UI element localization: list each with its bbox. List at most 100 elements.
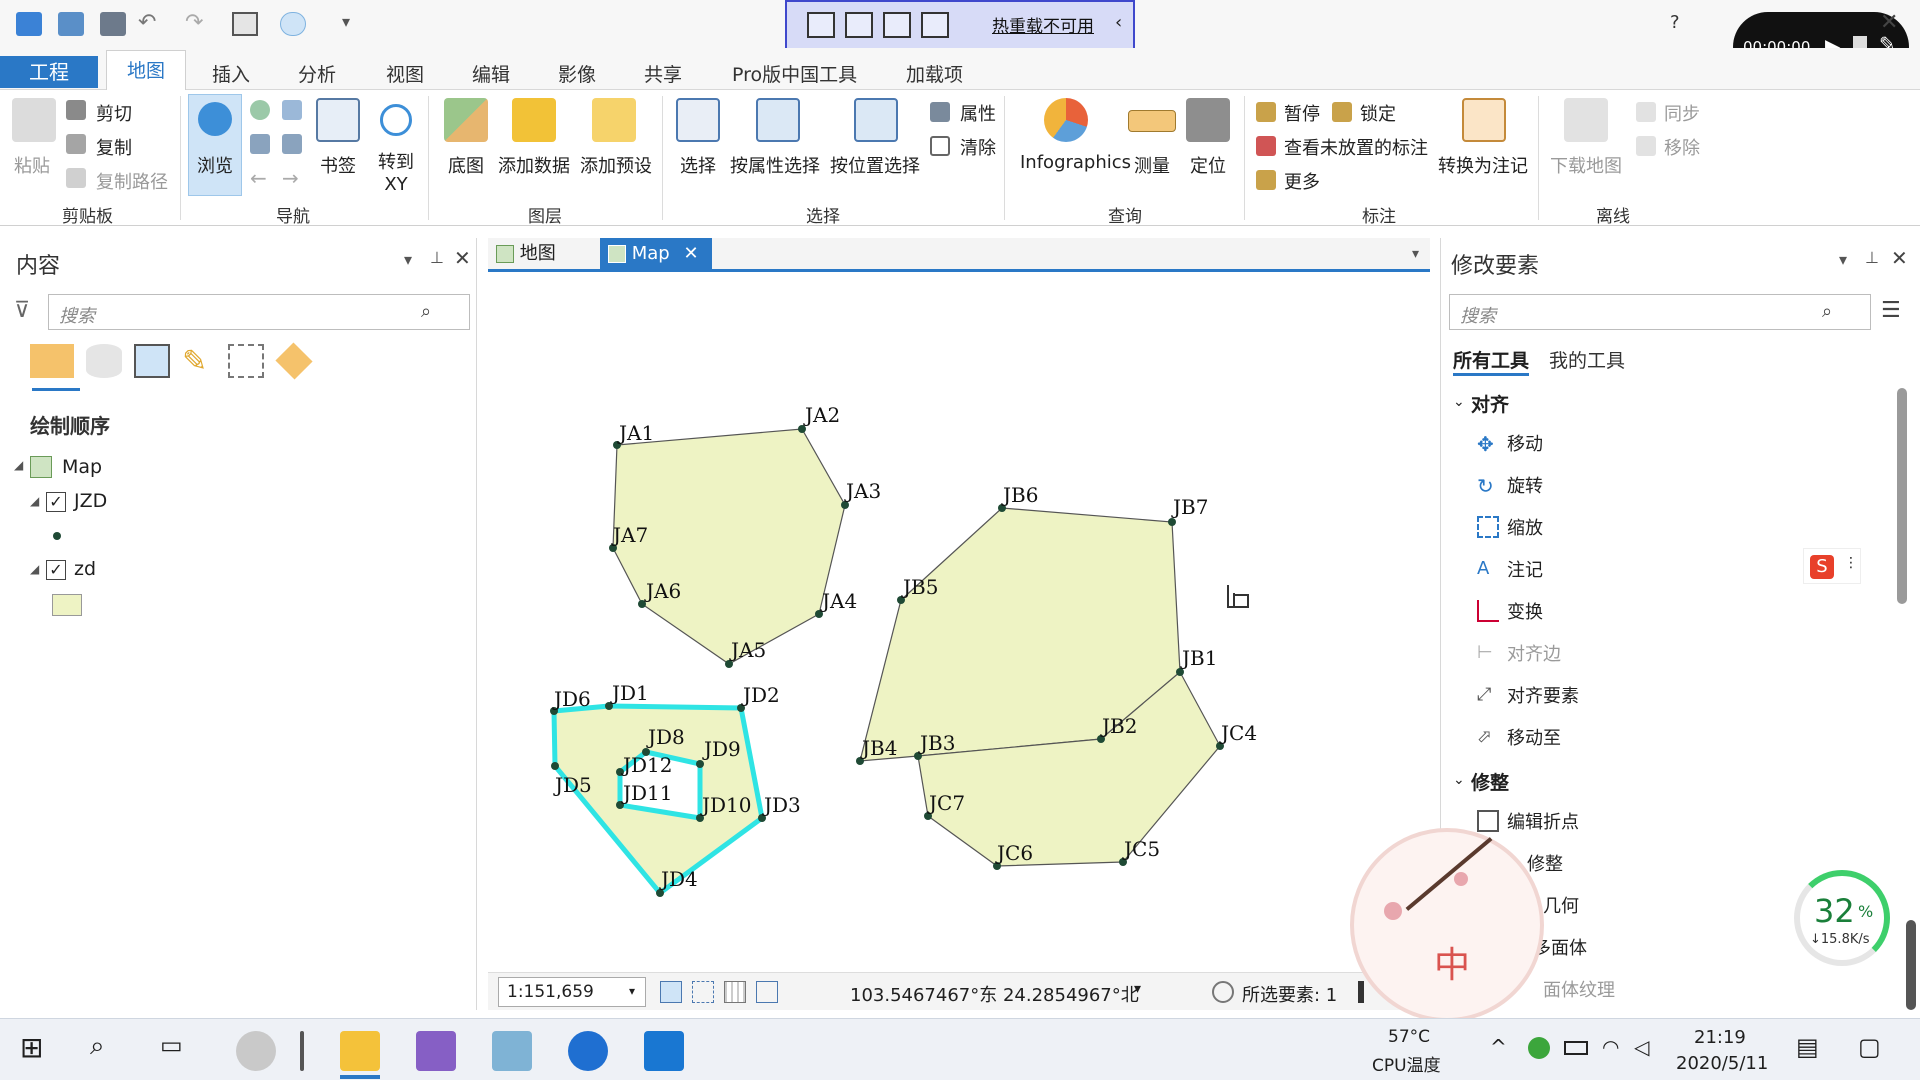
tab-map-view[interactable]: 地图 (496, 238, 586, 270)
clock-time[interactable]: 21:19 (1694, 1027, 1746, 1048)
zoom-in-fixed-icon[interactable] (282, 100, 302, 120)
windows-start-icon[interactable]: ⊞ (20, 1031, 60, 1071)
select-by-location-button[interactable]: 按位置选择 (830, 152, 920, 178)
goto-xy-button[interactable]: 转到 XY (378, 152, 414, 196)
section-align[interactable]: 对齐 (1471, 390, 1509, 417)
clear-selection-button[interactable]: 清除 (960, 134, 996, 160)
visual-studio-icon[interactable] (416, 1031, 456, 1071)
select-by-attributes-button[interactable]: 按属性选择 (730, 152, 820, 178)
file-explorer-icon[interactable] (340, 1031, 380, 1071)
tab-my-tools[interactable]: 我的工具 (1549, 346, 1625, 373)
expand-zd-icon[interactable]: ◢ (30, 562, 39, 576)
debug-select-icon[interactable] (807, 12, 835, 38)
next-extent-icon[interactable]: → (282, 166, 299, 190)
correction-icon[interactable] (756, 981, 778, 1003)
list-by-snapping-icon[interactable] (228, 344, 264, 378)
selected-features-count[interactable]: 所选要素: 1 (1242, 981, 1337, 1007)
tab-view[interactable]: 视图 (386, 60, 424, 87)
ime-floating-widget[interactable]: S ⋮ (1803, 548, 1861, 584)
hamburger-menu-icon[interactable]: ☰ (1881, 298, 1901, 323)
expand-map-icon[interactable]: ◢ (14, 458, 23, 472)
ime-more-icon[interactable]: ⋮ (1844, 555, 1858, 571)
locate-button[interactable]: 定位 (1190, 152, 1226, 178)
pause-drawing-icon[interactable] (1358, 981, 1364, 1003)
tray-security-icon[interactable] (1528, 1037, 1550, 1059)
expand-jzd-icon[interactable]: ◢ (30, 494, 39, 508)
coordinate-format-dropdown-icon[interactable]: ▾ (1134, 981, 1141, 997)
collapse-chevron-icon[interactable]: ‹ (1115, 12, 1122, 33)
edge-scrollbar[interactable] (1906, 920, 1916, 1010)
action-center-icon[interactable]: ▢ (1858, 1033, 1881, 1061)
tab-share[interactable]: 共享 (644, 60, 682, 87)
tool-transform[interactable]: 变换 (1507, 598, 1543, 624)
battery-icon[interactable] (1564, 1041, 1588, 1055)
tab-project[interactable]: 工程 (0, 56, 98, 88)
zoom-out-fixed-icon[interactable] (250, 134, 270, 154)
tool-multipatch-texture[interactable]: 面体纹理 (1543, 976, 1615, 1002)
collapse-align-icon[interactable]: ⌄ (1453, 394, 1465, 410)
scale-selector[interactable]: 1:151,659 ▾ (498, 977, 646, 1007)
scale-dropdown-icon[interactable]: ▾ (629, 984, 635, 998)
sync-button[interactable]: 同步 (1664, 100, 1700, 126)
map-node-label[interactable]: Map (62, 456, 102, 478)
list-by-labeling-icon[interactable] (275, 342, 313, 380)
help-button[interactable]: ? (1670, 12, 1680, 33)
select-button[interactable]: 选择 (680, 152, 716, 178)
customize-qat-icon[interactable]: ▾ (342, 12, 350, 31)
list-by-drawing-order-icon[interactable] (30, 344, 74, 378)
tab-map-active[interactable]: Map ✕ (600, 238, 712, 270)
copy-button[interactable]: 复制 (96, 134, 132, 160)
grid-icon[interactable] (724, 981, 746, 1003)
task-view-icon[interactable]: ▭ (160, 1031, 200, 1071)
pin-icon[interactable]: ⊥ (430, 248, 444, 267)
section-reshape[interactable]: 修整 (1471, 768, 1509, 795)
notes-icon[interactable]: ▤ (1796, 1033, 1819, 1061)
add-data-button[interactable]: 添加数据 (498, 152, 570, 178)
undo-icon[interactable]: ↶ (138, 10, 156, 35)
tab-map[interactable]: 地图 (106, 50, 186, 92)
collapse-reshape-icon[interactable]: ⌄ (1453, 772, 1465, 788)
attributes-button[interactable]: 属性 (960, 100, 996, 126)
debug-pointer-icon[interactable] (845, 12, 873, 38)
tab-all-tools[interactable]: 所有工具 (1453, 346, 1530, 376)
tab-insert[interactable]: 插入 (212, 60, 250, 87)
wifi-icon[interactable]: ◠ (1602, 1035, 1619, 1059)
convert-to-annotation-button[interactable]: 转换为注记 (1438, 152, 1528, 178)
layer-zd-label[interactable]: zd (74, 558, 96, 580)
tool-align-features[interactable]: 对齐要素 (1507, 682, 1579, 708)
contents-search-input[interactable]: 搜索 ⌕ (48, 294, 470, 330)
tool-edit-vertices[interactable]: 编辑折点 (1507, 808, 1579, 834)
tab-addins[interactable]: 加载项 (906, 60, 963, 87)
pinwheel-app-icon[interactable] (236, 1031, 276, 1071)
tool-move-to[interactable]: 移动至 (1507, 724, 1561, 750)
paste-button[interactable]: 粘贴 (14, 152, 50, 178)
pin-icon[interactable]: ⊥ (1865, 248, 1879, 267)
save-icon[interactable] (100, 12, 126, 36)
close-pane-icon[interactable]: ✕ (1891, 246, 1908, 270)
network-speed-widget[interactable]: 32 % ↓15.8K/s (1794, 870, 1890, 966)
close-pane-icon[interactable]: ✕ (454, 246, 471, 270)
debug-frame-icon[interactable] (883, 12, 911, 38)
list-by-editing-icon[interactable]: ✎ (182, 344, 218, 379)
clock-date[interactable]: 2020/5/11 (1676, 1053, 1768, 1074)
explore-tool-icon[interactable] (280, 12, 306, 36)
full-extent-icon[interactable] (250, 100, 270, 120)
tool-scale[interactable]: 缩放 (1507, 514, 1543, 540)
tab-imagery[interactable]: 影像 (558, 60, 596, 87)
more-button[interactable]: 更多 (1284, 168, 1320, 194)
pane-menu-icon[interactable]: ▾ (1839, 250, 1847, 269)
previous-extent-icon[interactable]: ← (250, 166, 267, 190)
cut-button[interactable]: 剪切 (96, 100, 132, 126)
search-icon[interactable]: ⌕ (1822, 301, 1832, 322)
tab-analysis[interactable]: 分析 (298, 60, 336, 87)
add-preset-button[interactable]: 添加预设 (580, 152, 652, 178)
lock-labels-button[interactable]: 锁定 (1360, 100, 1396, 126)
filter-icon[interactable]: ⊽ (14, 298, 30, 323)
tool-move[interactable]: 移动 (1507, 430, 1543, 456)
modify-search-input[interactable]: 搜索 ⌕ (1449, 294, 1871, 330)
close-tab-icon[interactable]: ✕ (683, 243, 698, 264)
pause-labels-button[interactable]: 暂停 (1284, 100, 1320, 126)
tab-pro-china-tools[interactable]: Pro版中国工具 (732, 60, 857, 87)
pane-menu-icon[interactable]: ▾ (404, 250, 412, 269)
tray-expand-icon[interactable]: ^ (1490, 1035, 1507, 1059)
